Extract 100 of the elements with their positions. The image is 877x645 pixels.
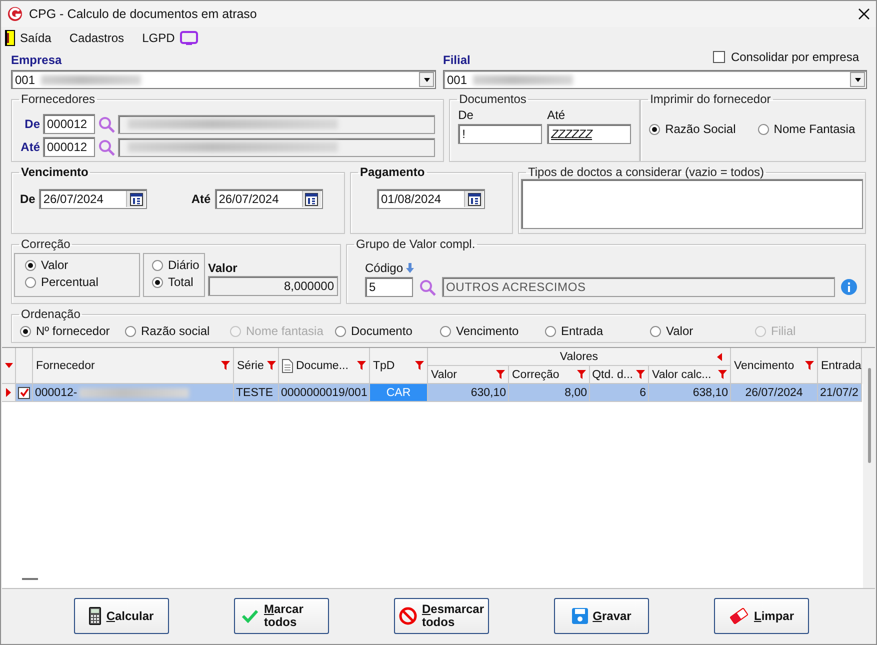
sort-indicator-icon[interactable] xyxy=(4,363,12,368)
code-field[interactable]: 5 xyxy=(365,277,413,297)
field-label: De xyxy=(458,108,474,122)
column-header[interactable]: Valor xyxy=(431,368,493,380)
prohibited-icon xyxy=(398,607,417,625)
table-cell: 21/07/2 xyxy=(820,386,858,398)
field-label: De xyxy=(24,117,40,131)
action-button[interactable]: Calcular xyxy=(74,598,169,634)
document-types-field[interactable] xyxy=(521,179,863,229)
company-dropdown[interactable]: 001 xyxy=(11,70,436,89)
radio-button[interactable] xyxy=(650,326,661,336)
radio-label[interactable]: Vencimento xyxy=(456,324,519,338)
radio-label[interactable]: Razão social xyxy=(141,324,210,338)
column-header[interactable]: TpD xyxy=(373,360,412,372)
check-icon xyxy=(241,609,259,623)
filter-icon[interactable] xyxy=(805,361,814,370)
radio-button[interactable] xyxy=(25,260,36,270)
field-label: De xyxy=(20,192,36,206)
column-header[interactable]: Correção xyxy=(512,368,574,380)
menu-item[interactable]: LGPD xyxy=(142,31,175,45)
radio-button[interactable] xyxy=(25,276,36,288)
field-label: Filial xyxy=(443,53,470,67)
column-header[interactable]: Vencimento xyxy=(734,360,802,372)
radio-button[interactable] xyxy=(758,124,769,134)
window-title: CPG - Calculo de documentos em atraso xyxy=(29,7,258,21)
column-header[interactable]: Entrada xyxy=(821,360,862,372)
scrollbar[interactable] xyxy=(863,348,875,588)
radio-label[interactable]: Documento xyxy=(351,324,412,338)
radio-label[interactable]: Percentual xyxy=(41,275,98,289)
table-cell: 000012- xyxy=(35,386,78,398)
calculator-icon xyxy=(89,607,102,625)
radio-button[interactable] xyxy=(152,260,163,270)
table-cell: 0000000019/001 xyxy=(281,386,368,398)
supplier-code-field[interactable]: 000012 xyxy=(43,137,95,157)
scroll-handle[interactable] xyxy=(22,578,38,580)
action-button[interactable]: Limpar xyxy=(714,598,809,634)
search-icon[interactable] xyxy=(419,278,436,296)
radio-button[interactable] xyxy=(20,326,31,336)
action-button[interactable]: Gravar xyxy=(554,598,649,634)
row-checkbox[interactable] xyxy=(18,386,30,398)
collapse-arrow-icon[interactable] xyxy=(717,352,722,360)
search-icon[interactable] xyxy=(98,116,115,132)
filter-icon[interactable] xyxy=(496,370,505,379)
search-icon[interactable] xyxy=(98,138,115,156)
document-from-field[interactable]: ! xyxy=(458,124,542,144)
filter-icon[interactable] xyxy=(577,370,586,379)
menu-item[interactable]: Saída xyxy=(20,31,52,45)
branch-dropdown[interactable]: 001 xyxy=(443,70,867,89)
table-cell: 8,00 xyxy=(564,386,587,398)
radio-label[interactable]: Valor xyxy=(666,324,694,338)
group-title: Correção xyxy=(20,237,72,251)
arrow-down-icon xyxy=(406,263,414,273)
column-header[interactable]: Qtd. d... xyxy=(592,368,633,380)
filter-icon[interactable] xyxy=(718,370,727,379)
filter-icon[interactable] xyxy=(266,361,276,370)
filter-icon[interactable] xyxy=(636,370,645,379)
field-label: Até xyxy=(547,108,566,122)
radio-button[interactable] xyxy=(335,326,346,336)
menu-item[interactable]: Cadastros xyxy=(69,31,124,45)
calendar-icon[interactable] xyxy=(305,192,318,206)
field-label: Até xyxy=(191,192,211,206)
radio-button[interactable] xyxy=(649,124,660,134)
radio-button[interactable] xyxy=(440,326,451,336)
calendar-icon[interactable] xyxy=(468,192,480,206)
filter-icon[interactable] xyxy=(415,361,424,370)
action-button[interactable]: Marcar todos xyxy=(234,598,329,634)
group-title: Grupo de Valor compl. xyxy=(355,237,476,251)
radio-label[interactable]: Nº fornecedor xyxy=(36,324,110,338)
radio-label[interactable]: Diário xyxy=(168,258,200,272)
monitor-icon xyxy=(180,30,198,46)
field-label: Valor xyxy=(208,261,238,275)
close-icon[interactable] xyxy=(858,8,870,20)
column-header[interactable]: Valor calc... xyxy=(652,368,715,380)
column-header[interactable]: Docume... xyxy=(296,360,354,372)
column-header[interactable]: Fornecedor xyxy=(36,360,218,372)
supplier-code-field[interactable]: 000012 xyxy=(43,114,95,134)
radio-button[interactable] xyxy=(125,326,136,336)
column-header[interactable]: Série xyxy=(237,360,264,372)
group-title: Vencimento xyxy=(20,165,90,179)
radio-button[interactable] xyxy=(152,276,163,288)
filter-icon[interactable] xyxy=(357,361,366,370)
group-title: Documentos xyxy=(458,92,528,106)
table-cell: CAR xyxy=(386,386,411,398)
radio-label[interactable]: Nome Fantasia xyxy=(774,122,856,136)
checkbox-label[interactable]: Consolidar por empresa xyxy=(730,50,859,64)
radio-label[interactable]: Razão Social xyxy=(665,122,736,136)
table-row[interactable]: 000012- TESTE 0000000019/001 CAR 630,10 8,00 6 638,10 26/07/2024 21/07/2 xyxy=(2,384,863,402)
field-label: Empresa xyxy=(11,53,63,67)
radio-button[interactable] xyxy=(545,326,556,336)
row-pointer-icon xyxy=(6,388,11,397)
description-field: OUTROS ACRESCIMOS xyxy=(442,277,835,297)
action-button[interactable]: Desmarcar todos xyxy=(394,598,489,634)
info-icon[interactable] xyxy=(841,279,857,295)
checkbox[interactable] xyxy=(712,51,725,63)
document-to-field[interactable]: ZZZZZZ xyxy=(547,124,632,144)
radio-label[interactable]: Valor xyxy=(41,258,68,272)
calendar-icon[interactable] xyxy=(130,192,143,206)
radio-label[interactable]: Total xyxy=(168,275,194,289)
radio-label[interactable]: Entrada xyxy=(561,324,604,338)
filter-icon[interactable] xyxy=(221,361,230,370)
